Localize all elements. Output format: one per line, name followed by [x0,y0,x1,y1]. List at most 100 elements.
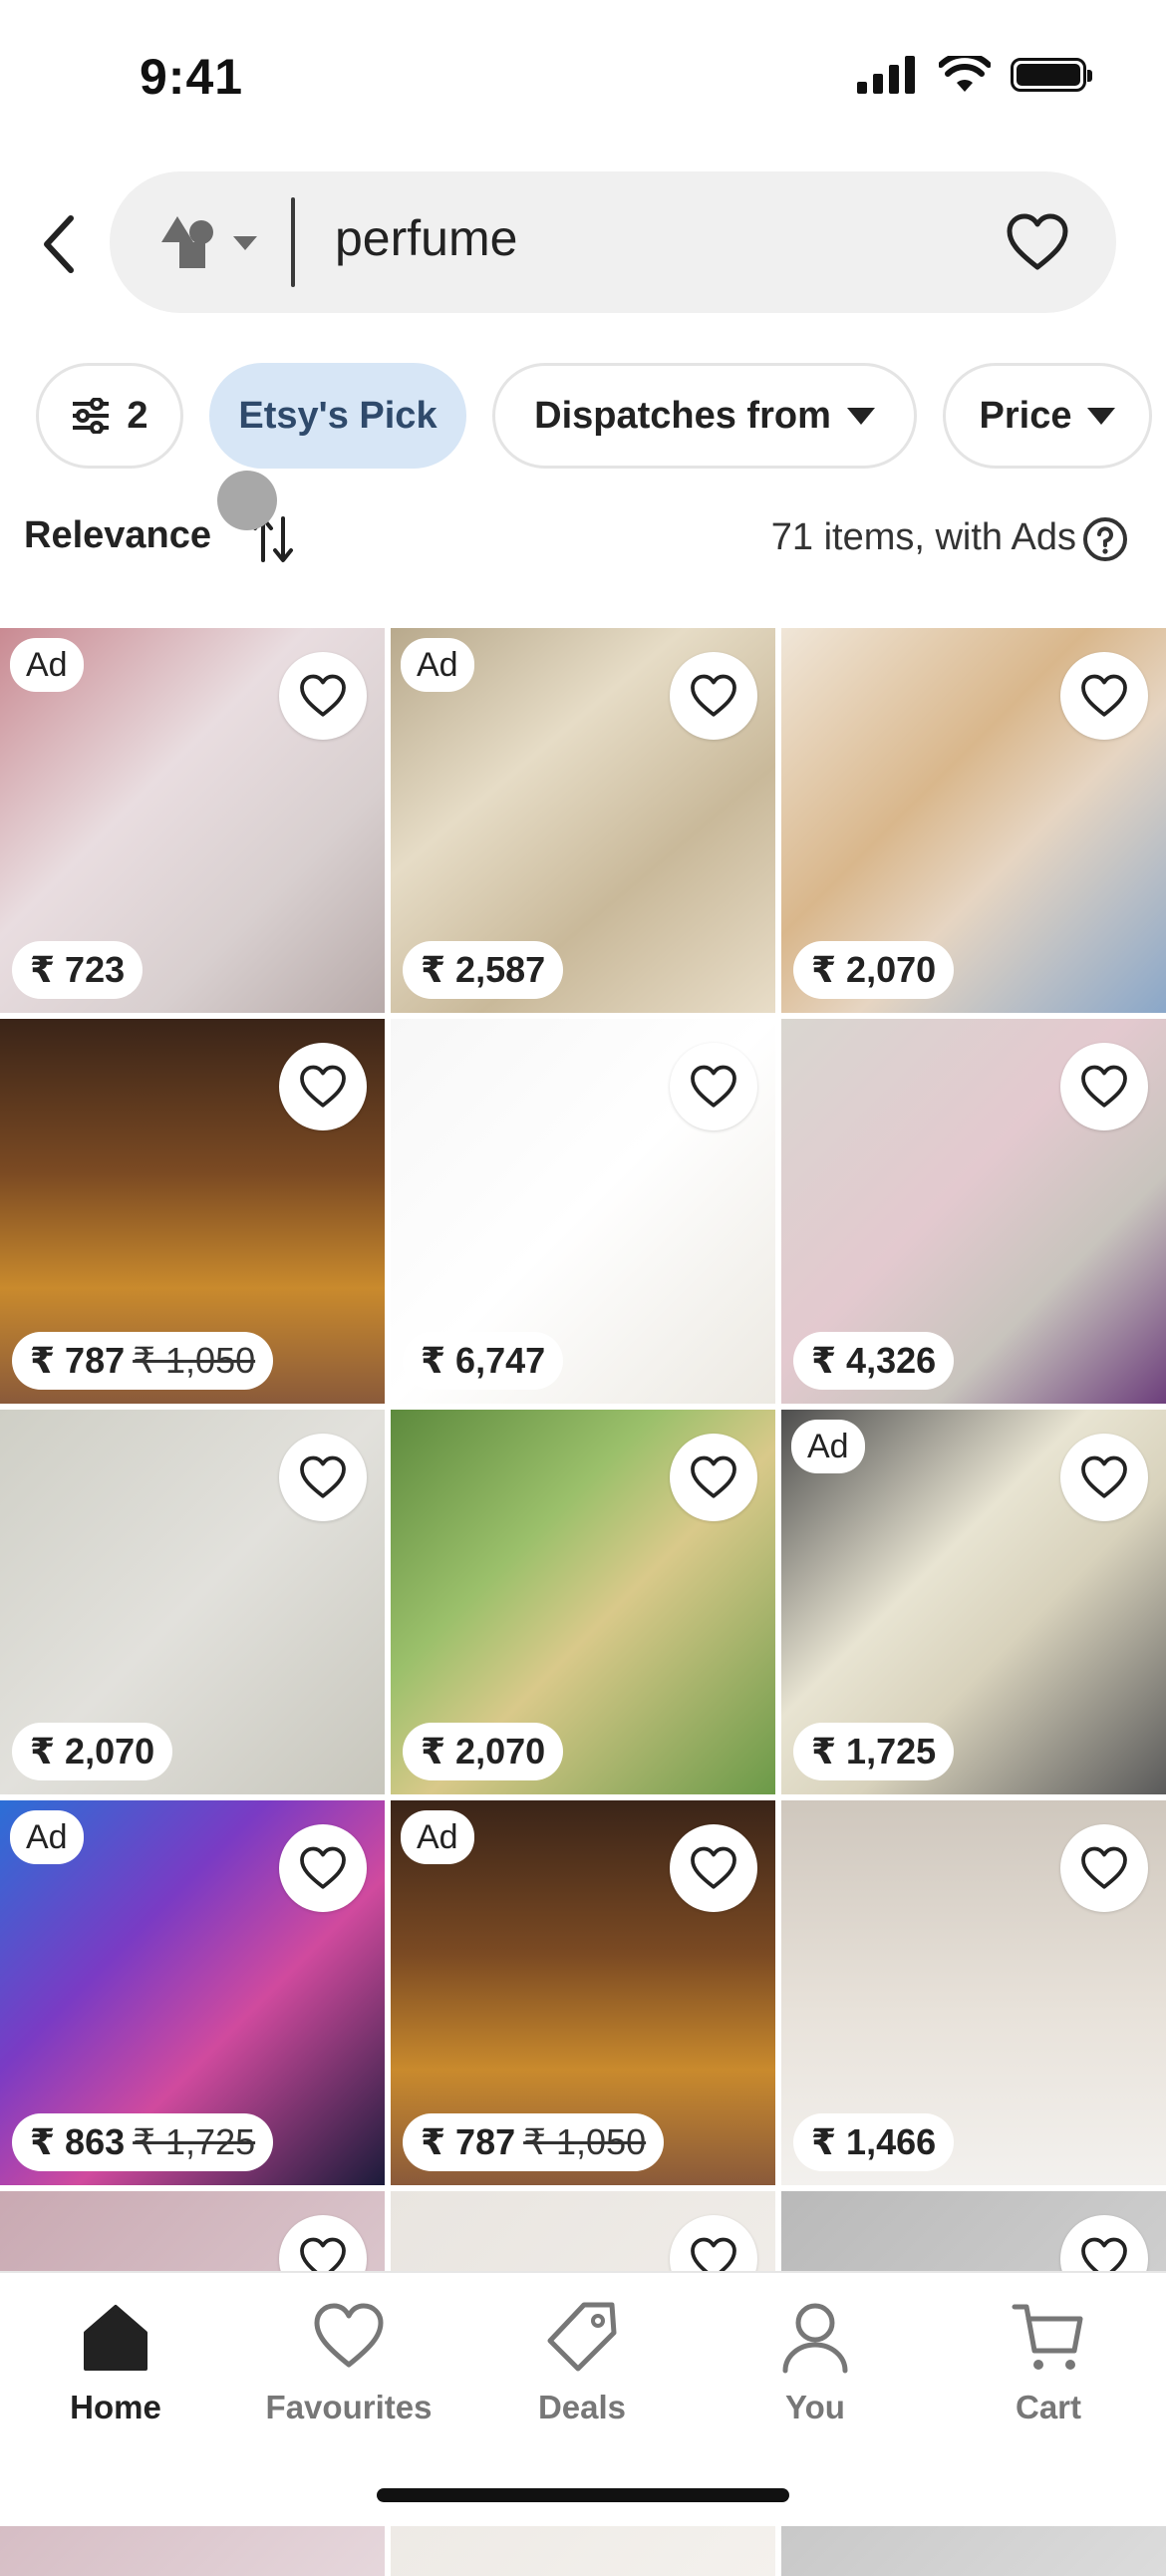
price-tag: ₹ 2,587 [403,941,564,999]
heart-icon [691,1846,736,1889]
nav-cart[interactable]: Cart [949,2297,1148,2426]
heart-icon [300,1846,346,1889]
nav-label: Cart [1015,2389,1082,2425]
cart-icon [1012,2304,1083,2370]
favourite-button[interactable] [279,652,367,740]
original-price: ₹ 1,050 [523,2121,647,2162]
search-divider [291,197,295,287]
back-button[interactable] [34,209,84,279]
battery-icon [1011,58,1092,92]
listing-card[interactable]: ₹ 4,326 [781,1019,1166,1404]
favourite-button[interactable] [670,652,757,740]
original-price: ₹ 1,050 [133,1340,256,1381]
home-indicator [377,2488,789,2502]
price-tag: ₹ 787 ₹ 1,050 [403,2113,665,2171]
listing-card[interactable]: Ad ₹ 863 ₹ 1,725 [0,1800,385,2185]
heart-icon [300,1065,346,1108]
ad-badge: Ad [401,638,474,692]
help-icon[interactable] [1082,516,1128,562]
favourite-button[interactable] [1060,652,1148,740]
nav-label: Deals [537,2389,627,2425]
ad-badge: Ad [10,638,84,692]
chip-price[interactable]: Price [943,363,1152,469]
price-tag: ₹ 2,070 [793,941,955,999]
listing-card[interactable]: ₹ 1,466 [781,1800,1166,2185]
nav-you[interactable]: You [716,2297,915,2426]
ad-badge: Ad [10,1810,84,1864]
favourite-button[interactable] [1060,1824,1148,1912]
chip-label: Price [979,394,1072,437]
favourite-button[interactable] [670,1434,757,1521]
wifi-icon [939,56,991,92]
listing-card[interactable]: Ad ₹ 787 ₹ 1,050 [391,1800,775,2185]
favourite-button[interactable] [1060,1043,1148,1130]
nav-label: You [785,2389,845,2425]
sliders-icon [73,398,110,434]
ad-badge: Ad [791,1420,865,1473]
heart-icon [1081,1455,1127,1498]
category-selector[interactable] [157,207,267,277]
favourite-button[interactable] [279,1043,367,1130]
listing-card[interactable]: Ad ₹ 2,587 [391,628,775,1013]
favourite-button[interactable] [670,1824,757,1912]
person-icon [782,2303,848,2374]
home-icon [84,2305,147,2371]
price: ₹ 787 [30,1340,126,1381]
listing-card[interactable]: ₹ 787 ₹ 1,050 [0,1019,385,1404]
nav-deals[interactable]: Deals [482,2297,682,2426]
listing-card[interactable]: Ad ₹ 1,725 [781,1410,1166,1794]
heart-icon [1081,1065,1127,1108]
heart-icon [300,1455,346,1498]
ad-badge: Ad [401,1810,474,1864]
price-tag: ₹ 863 ₹ 1,725 [12,2113,274,2171]
chip-label: Etsy's Pick [238,394,437,437]
listing-card[interactable]: ₹ 2,070 [781,628,1166,1013]
status-icons [857,56,1092,94]
chevron-left-icon [44,215,74,273]
chevron-down-icon [233,236,257,250]
nav-favourites[interactable]: Favourites [249,2297,448,2426]
price: ₹ 1,466 [811,2121,937,2162]
price: ₹ 4,326 [811,1340,937,1381]
search-bar[interactable]: perfume [110,171,1116,313]
original-price: ₹ 1,725 [133,2121,256,2162]
filters-button[interactable]: 2 [36,363,183,469]
price: ₹ 723 [30,949,126,990]
price: ₹ 6,747 [421,1340,546,1381]
favourite-button[interactable] [670,1043,757,1130]
search-input[interactable]: perfume [335,209,517,267]
caret-down-icon [1087,407,1116,425]
favourite-search-button[interactable] [1003,207,1072,277]
price-tag: ₹ 2,070 [12,1723,173,1780]
status-time: 9:41 [140,49,244,105]
favourite-button[interactable] [279,1434,367,1521]
favourite-button[interactable] [279,1824,367,1912]
favourite-button[interactable] [1060,1434,1148,1521]
heart-icon [314,2303,384,2368]
status-bar: 9:41 [0,0,1166,150]
price: ₹ 787 [421,2121,516,2162]
price: ₹ 2,070 [811,949,937,990]
listing-card[interactable]: Ad ₹ 723 [0,628,385,1013]
listing-card[interactable]: ₹ 2,070 [391,1410,775,1794]
heart-icon [691,1455,736,1498]
chip-dispatches-from[interactable]: Dispatches from [492,363,917,469]
price-tag: ₹ 6,747 [403,1332,564,1390]
heart-icon [1007,213,1068,270]
price: ₹ 2,070 [421,1731,546,1771]
sort-button[interactable]: Relevance [24,514,211,557]
heart-icon [300,674,346,717]
listing-card[interactable]: ₹ 2,070 [0,1410,385,1794]
chip-label: Dispatches from [534,394,831,437]
listing-card[interactable]: ₹ 6,747 [391,1019,775,1404]
price: ₹ 863 [30,2121,126,2162]
filter-chip-row: 2 Etsy's Pick Dispatches from Price [36,363,1166,469]
price: ₹ 1,725 [811,1731,937,1771]
chip-etsys-pick[interactable]: Etsy's Pick [209,363,466,469]
heart-icon [691,674,736,717]
nav-home[interactable]: Home [16,2297,215,2426]
heart-icon [1081,1846,1127,1889]
price-tag: ₹ 1,466 [793,2113,955,2171]
price: ₹ 2,070 [30,1731,155,1771]
price-tag: ₹ 2,070 [403,1723,564,1780]
